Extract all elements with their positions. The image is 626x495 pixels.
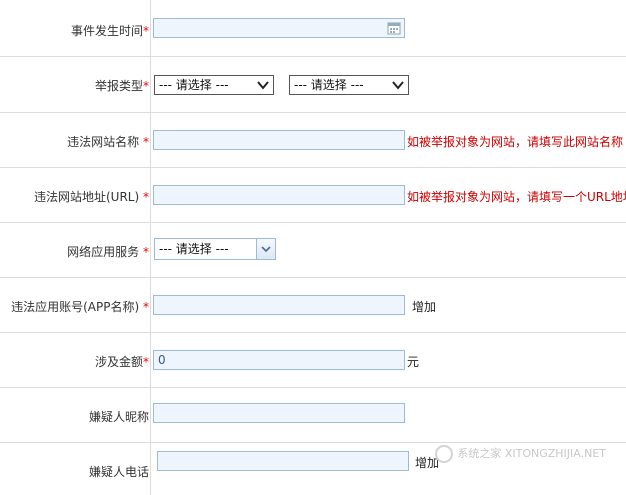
app-account-input[interactable] [153, 295, 405, 315]
site-url-label: 违法网站地址(URL) * [34, 190, 149, 204]
site-url-hint: 如被举报对象为网站，请填写一个URL地址 [407, 190, 626, 204]
row-site-url: 违法网站地址(URL) * 如被举报对象为网站，请填写一个URL地址 [0, 168, 626, 223]
site-url-input[interactable] [153, 185, 405, 205]
report-type-select-secondary-value: --- 请选择 --- [294, 78, 364, 92]
row-app-account: 违法应用账号(APP名称) * 增加 [0, 278, 626, 333]
report-type-label: 举报类型* [94, 79, 149, 93]
row-app-service: 网络应用服务 * --- 请选择 --- [0, 223, 626, 278]
logo-icon [435, 445, 454, 463]
row-site-name: 违法网站名称 * 如被举报对象为网站，请填写此网站名称 [0, 113, 626, 168]
chevron-down-icon [392, 81, 404, 90]
app-service-select[interactable]: --- 请选择 --- [154, 238, 276, 260]
report-type-select-secondary[interactable]: --- 请选择 --- [289, 75, 409, 95]
suspect-nickname-label: 嫌疑人昵称 [88, 410, 149, 424]
report-type-select-primary-value: --- 请选择 --- [159, 78, 229, 92]
suspect-phone-input[interactable] [157, 451, 409, 471]
chevron-down-icon [261, 246, 271, 253]
suspect-nickname-input[interactable] [153, 403, 405, 423]
report-type-select-primary[interactable]: --- 请选择 --- [154, 75, 274, 95]
app-account-add-link[interactable]: 增加 [412, 298, 436, 315]
watermark: 系统之家 XITONGZHIJIA.NET [435, 445, 606, 463]
app-account-label: 违法应用账号(APP名称) * [11, 300, 149, 314]
amount-input[interactable]: 0 [153, 350, 405, 370]
amount-input-value: 0 [158, 353, 166, 367]
row-report-type: 举报类型* --- 请选择 --- --- 请选择 --- [0, 57, 626, 113]
event-time-label: 事件发生时间* [70, 24, 149, 38]
site-name-input[interactable] [153, 130, 405, 150]
calendar-icon[interactable] [387, 21, 401, 35]
suspect-phone-label: 嫌疑人电话 [88, 465, 149, 479]
site-name-label: 违法网站名称 * [67, 135, 149, 149]
chevron-down-icon [257, 81, 269, 90]
amount-label: 涉及金额* [94, 355, 149, 369]
amount-unit: 元 [407, 355, 420, 369]
row-suspect-nickname: 嫌疑人昵称 [0, 388, 626, 443]
watermark-text: 系统之家 XITONGZHIJIA.NET [457, 447, 606, 460]
app-service-dropdown-button[interactable] [256, 239, 275, 259]
site-name-hint: 如被举报对象为网站，请填写此网站名称 [407, 135, 624, 149]
app-service-label: 网络应用服务 * [67, 245, 149, 259]
row-event-time: 事件发生时间* [0, 0, 626, 57]
app-service-select-value: --- 请选择 --- [159, 242, 229, 256]
event-time-input[interactable] [153, 18, 405, 38]
row-amount: 涉及金额* 0 元 [0, 333, 626, 388]
